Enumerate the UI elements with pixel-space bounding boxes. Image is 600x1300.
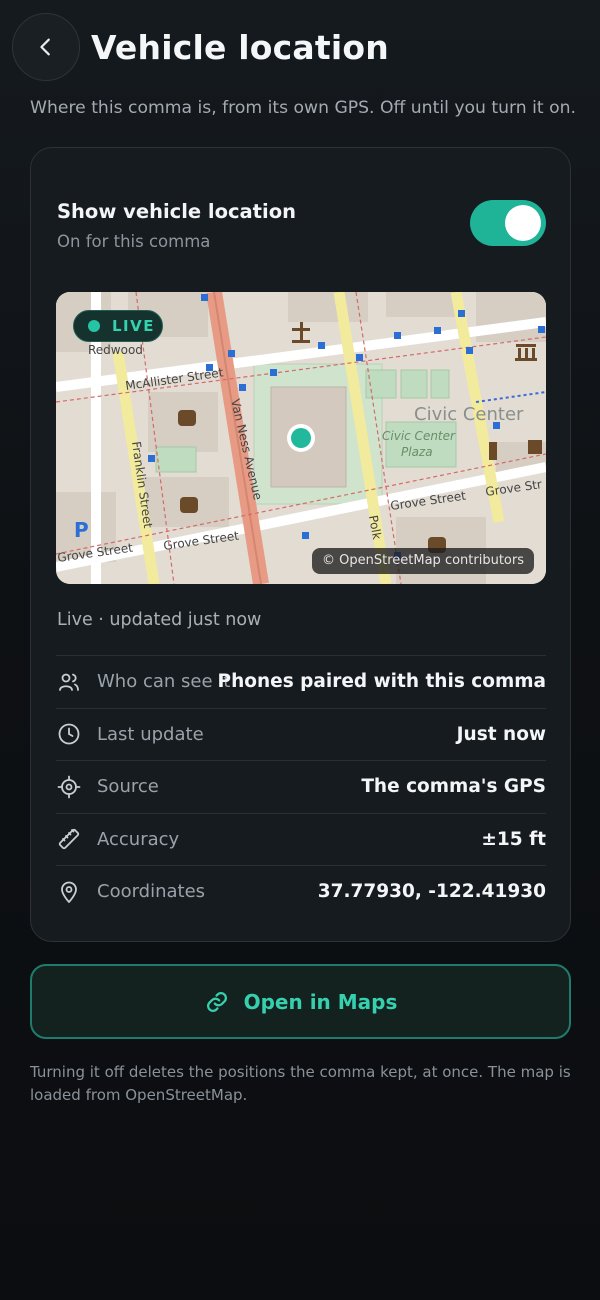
status-line: Live · updated just now (57, 610, 262, 630)
open-in-maps-label: Open in Maps (243, 989, 398, 1014)
location-card: Show vehicle location On for this comma (30, 147, 571, 942)
row-label: Last update (97, 723, 204, 745)
details-row-last-update: Last update Just now (56, 707, 546, 761)
show-location-toggle[interactable] (470, 200, 546, 246)
toggle-title: Show vehicle location (57, 200, 296, 223)
link-icon (206, 991, 227, 1012)
row-value: The comma's GPS (361, 776, 546, 798)
ruler-icon (56, 826, 82, 852)
map-view[interactable]: Redwood McAllister Street Van Ness Avenu… (56, 292, 546, 584)
row-value: Just now (456, 723, 546, 745)
row-value: 37.77930, -122.41930 (317, 881, 546, 903)
header: Vehicle location (12, 12, 389, 82)
target-icon (56, 774, 82, 800)
chevron-left-icon (40, 38, 50, 56)
page-title: Vehicle location (91, 27, 389, 67)
details-row-accuracy: Accuracy ±15 ft (56, 812, 546, 866)
details-list: Who can see it Phones paired with this c… (56, 655, 546, 918)
live-dot-icon (88, 320, 100, 332)
toggle-subtitle: On for this comma (57, 232, 211, 251)
row-value: ±15 ft (481, 828, 546, 850)
people-icon (56, 669, 82, 695)
details-row-source: Source The comma's GPS (56, 760, 546, 813)
details-row-visibility: Who can see it Phones paired with this c… (56, 655, 546, 708)
map-label-civic-plaza-2: Plaza (401, 445, 433, 459)
row-label: Coordinates (97, 881, 206, 903)
clock-icon (56, 721, 82, 747)
row-label: Who can see it (97, 671, 231, 693)
map-attribution[interactable]: © OpenStreetMap contributors (312, 548, 534, 574)
page-subtitle: Where this comma is, from its own GPS. O… (30, 98, 576, 118)
pin-icon (56, 879, 82, 905)
row-label: Accuracy (97, 828, 180, 850)
details-row-coordinates: Coordinates 37.77930, -122.41930 (56, 865, 546, 918)
live-badge-label: LIVE (112, 317, 155, 335)
back-button[interactable] (12, 13, 80, 81)
open-in-maps-button[interactable]: Open in Maps (30, 964, 571, 1039)
map-label-redwood: Redwood (88, 343, 143, 357)
toggle-knob (505, 205, 541, 241)
row-label: Source (97, 776, 159, 798)
map-label-civic-center: Civic Center (414, 404, 524, 425)
live-badge: LIVE (73, 310, 163, 342)
footnote: Turning it off deletes the positions the… (30, 1063, 571, 1104)
map-label-civic-plaza-1: Civic Center (382, 429, 456, 443)
row-value: Phones paired with this comma (217, 671, 546, 693)
map-label-parking: P (74, 518, 89, 542)
